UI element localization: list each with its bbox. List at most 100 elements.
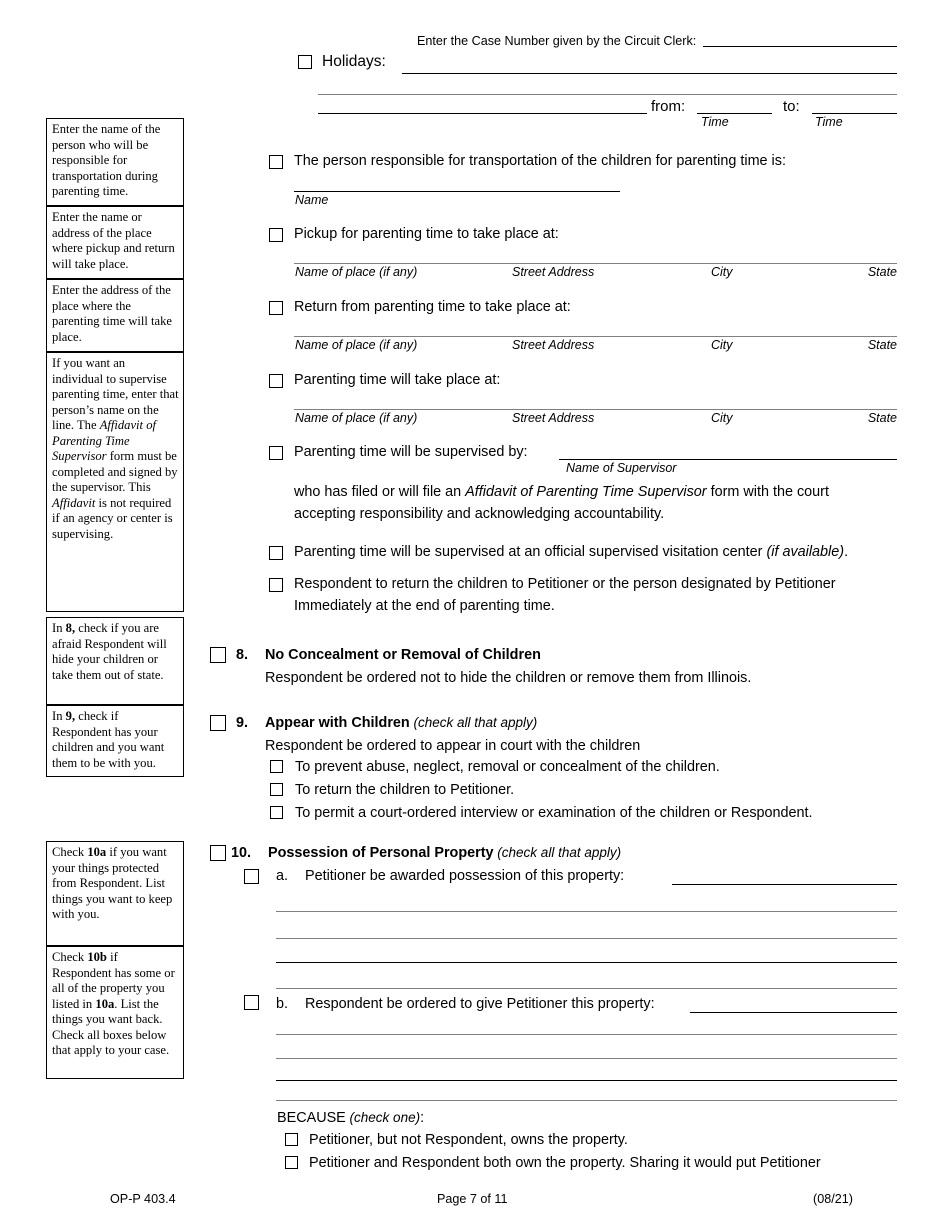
- holidays-line[interactable]: [402, 73, 897, 74]
- item10-title-note: (check all that apply): [497, 845, 622, 860]
- sidebar-note-item10b: Check 10b if Respondent has some or all …: [46, 946, 184, 1079]
- case-number-line[interactable]: [703, 46, 897, 47]
- item10a-line-4[interactable]: [276, 988, 897, 989]
- item10a-letter: a.: [276, 868, 289, 884]
- supervised-by-continuation-1: who has filed or will file an Affidavit …: [294, 482, 829, 502]
- item9-number: 9.: [236, 715, 249, 731]
- because-colon: :: [420, 1110, 425, 1126]
- transportation-text: The person responsible for transportatio…: [294, 153, 786, 169]
- item10-checkbox[interactable]: [210, 845, 226, 861]
- supervised-by-text: Parenting time will be supervised by:: [294, 444, 528, 460]
- item10a-line-0[interactable]: [672, 884, 897, 885]
- to-time-caption: Time: [815, 115, 843, 129]
- item9-checkbox[interactable]: [210, 715, 226, 731]
- sidebar-note-pickup-return: Enter the name or address of the place w…: [46, 206, 184, 279]
- footer-page-number: Page 7 of 11: [437, 1192, 508, 1206]
- supervisor-name-line[interactable]: [559, 459, 897, 460]
- sidebar-note-item10a: Check 10a if you want your things protec…: [46, 841, 184, 946]
- item9-option-0-label: To prevent abuse, neglect, removal or co…: [295, 759, 720, 775]
- sidebar-note-supervisor: If you want an individual to supervise p…: [46, 352, 184, 612]
- case-number-label: Enter the Case Number given by the Circu…: [417, 34, 697, 48]
- item9-body: Respondent be ordered to appear in court…: [265, 738, 641, 754]
- because-option-1-label: Petitioner and Respondent both own the p…: [309, 1155, 821, 1171]
- supervisor-cont-lead: who has filed or will file an: [294, 484, 466, 500]
- place-caption-state: State: [867, 411, 897, 425]
- supervisor-cont-tail: form with the court: [706, 484, 829, 500]
- item10b-line-4[interactable]: [276, 1100, 897, 1101]
- because-option-1-checkbox[interactable]: [285, 1156, 298, 1169]
- item10b-line-2[interactable]: [276, 1058, 897, 1059]
- return-caption-street-address: Street Address: [512, 338, 595, 352]
- item10a-line-1[interactable]: [276, 911, 897, 912]
- holidays-line-2[interactable]: [318, 94, 897, 95]
- from-time-line[interactable]: [697, 113, 772, 114]
- transportation-name-caption: Name: [295, 193, 329, 207]
- sidebar-note-item9: In 9, check if Respondent has your child…: [46, 705, 184, 777]
- return-children-line2: Immediately at the end of parenting time…: [294, 598, 555, 614]
- because-note: (check one): [349, 1110, 421, 1125]
- item10a-line-2[interactable]: [276, 938, 897, 939]
- supervisor-name-caption: Name of Supervisor: [566, 461, 677, 475]
- item10-title: Possession of Personal Property (check a…: [268, 843, 621, 863]
- holidays-line-3[interactable]: [318, 113, 647, 114]
- visitation-center-period: .: [844, 544, 849, 560]
- supervised-by-continuation-2: accepting responsibility and acknowledgi…: [294, 506, 665, 522]
- item9-option-1-label: To return the children to Petitioner.: [295, 782, 515, 798]
- return-address-line[interactable]: [294, 336, 897, 337]
- footer-revision: (08/21): [813, 1192, 853, 1206]
- return-caption-name-of-place: Name of place (if any): [295, 338, 418, 352]
- item8-title: No Concealment or Removal of Children: [265, 647, 541, 663]
- place-caption-city: City: [711, 411, 733, 425]
- item10a-text: Petitioner be awarded possession of this…: [305, 868, 625, 884]
- holidays-label: Holidays:: [322, 53, 386, 70]
- supervised-by-checkbox[interactable]: [269, 446, 283, 460]
- from-label: from:: [651, 98, 686, 115]
- sidebar-note-transportation: Enter the name of the person who will be…: [46, 118, 184, 206]
- visitation-center-checkbox[interactable]: [269, 546, 283, 560]
- place-caption-street-address: Street Address: [512, 411, 595, 425]
- pickup-caption-city: City: [711, 265, 733, 279]
- item10-title-text: Possession of Personal Property: [268, 845, 494, 861]
- item10b-line-0[interactable]: [690, 1012, 897, 1013]
- because-label: BECAUSE (check one):: [277, 1108, 424, 1128]
- item10b-line-3[interactable]: [276, 1080, 897, 1081]
- transportation-name-line[interactable]: [294, 191, 620, 192]
- return-children-checkbox[interactable]: [269, 578, 283, 592]
- from-time-caption: Time: [701, 115, 729, 129]
- pickup-text: Pickup for parenting time to take place …: [294, 226, 559, 242]
- pickup-checkbox[interactable]: [269, 228, 283, 242]
- item8-number: 8.: [236, 647, 249, 663]
- return-children-line1: Respondent to return the children to Pet…: [294, 576, 836, 592]
- item10b-letter: b.: [276, 996, 289, 1012]
- return-caption-city: City: [711, 338, 733, 352]
- item8-checkbox[interactable]: [210, 647, 226, 663]
- return-checkbox[interactable]: [269, 301, 283, 315]
- item10a-checkbox[interactable]: [244, 869, 259, 884]
- item10b-checkbox[interactable]: [244, 995, 259, 1010]
- form-page: Enter the Case Number given by the Circu…: [0, 0, 950, 1230]
- because-option-0-checkbox[interactable]: [285, 1133, 298, 1146]
- return-text: Return from parenting time to take place…: [294, 299, 571, 315]
- item9-option-2-checkbox[interactable]: [270, 806, 283, 819]
- footer-form-code: OP-P 403.4: [110, 1192, 176, 1206]
- return-caption-state: State: [867, 338, 897, 352]
- parenting-place-checkbox[interactable]: [269, 374, 283, 388]
- pickup-address-line[interactable]: [294, 263, 897, 264]
- item10-number: 10.: [231, 845, 252, 861]
- item9-title-text: Appear with Children: [265, 715, 410, 731]
- parenting-place-text: Parenting time will take place at:: [294, 372, 501, 388]
- item10a-line-3[interactable]: [276, 962, 897, 963]
- item10b-text: Respondent be ordered to give Petitioner…: [305, 996, 655, 1012]
- to-label: to:: [783, 98, 800, 115]
- item9-option-1-checkbox[interactable]: [270, 783, 283, 796]
- affidavit-title: Affidavit of Parenting Time Supervisor: [465, 484, 707, 500]
- place-caption-name-of-place: Name of place (if any): [295, 411, 418, 425]
- item10b-line-1[interactable]: [276, 1034, 897, 1035]
- item9-option-0-checkbox[interactable]: [270, 760, 283, 773]
- holidays-checkbox[interactable]: [298, 55, 312, 69]
- parenting-place-address-line[interactable]: [294, 409, 897, 410]
- sidebar-note-item8: In 8, check if you are afraid Respondent…: [46, 617, 184, 705]
- to-time-line[interactable]: [812, 113, 897, 114]
- item9-title-note: (check all that apply): [413, 715, 538, 730]
- transportation-checkbox[interactable]: [269, 155, 283, 169]
